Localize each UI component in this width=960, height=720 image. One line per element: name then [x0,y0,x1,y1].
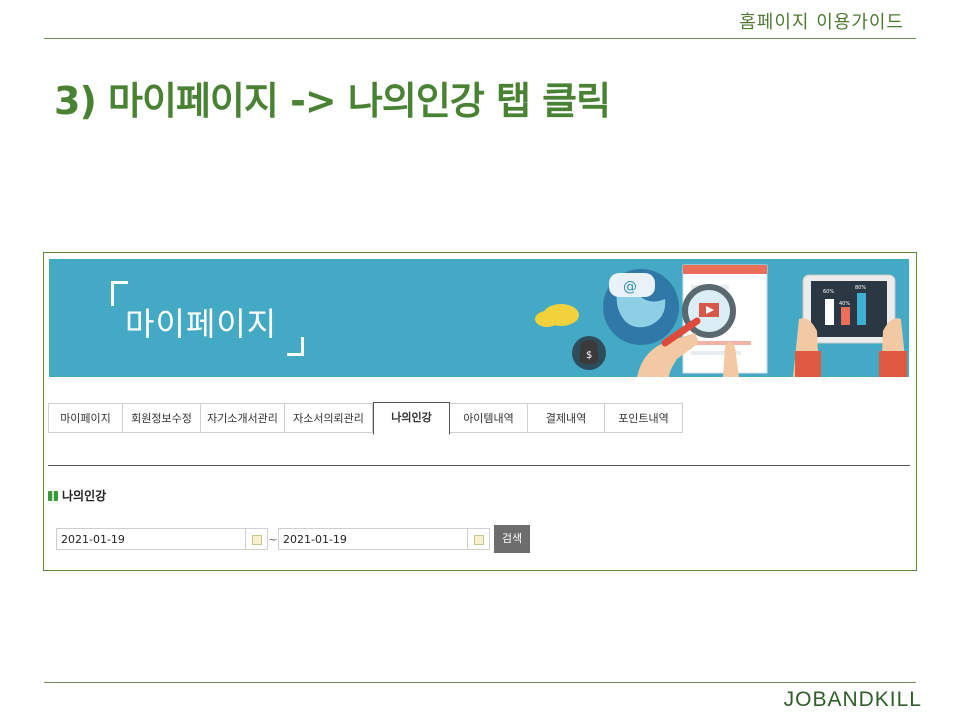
slide-title: 3) 마이페이지 -> 나의인강 탭 클릭 [54,79,611,123]
svg-text:$: $ [586,350,592,361]
section-title: 나의인강 [62,489,107,503]
tab-item-history[interactable]: 아이템내역 [450,403,528,433]
tab-point-history[interactable]: 포인트내역 [605,403,683,433]
tablet-with-chart-icon: 60% 40% 80% [793,274,907,377]
tab-content-divider [48,465,910,466]
gift-icon [48,490,58,501]
tab-mypage[interactable]: 마이페이지 [48,403,123,433]
calendar-icon[interactable] [468,528,490,550]
chart-label-1: 60% [823,289,834,295]
money-bag-icon: $ [572,336,606,370]
tab-payment-history[interactable]: 결제내역 [528,403,605,433]
bottom-divider [44,682,916,683]
section-heading: 나의인강 [48,487,106,504]
chart-label-3: 80% [855,285,866,291]
mypage-tabs: 마이페이지 회원정보수정 자기소개서관리 자소서의뢰관리 나의인강 아이템내역 … [48,402,683,435]
banner-title: 마이페이지 [125,305,278,343]
bracket-bottom-right [287,337,304,356]
mypage-banner: 마이페이지 $ @ 60% 40% 80% [49,259,909,377]
banner-illustration: $ @ 60% 40% 80% [535,264,907,377]
start-date-input[interactable]: 2021-01-19 [56,528,246,550]
guide-label: 홈페이지 이용가이드 [739,12,904,33]
email-bubble-icon: @ [609,273,655,297]
search-button[interactable]: 검색 [494,525,530,553]
tab-my-lectures[interactable]: 나의인강 [373,402,450,435]
cloud-icon [535,304,579,327]
date-search-bar: 2021-01-19 ~ 2021-01-19 검색 [56,525,530,553]
tab-cover-letter-management[interactable]: 자기소개서관리 [201,403,285,433]
chart-label-2: 40% [839,301,850,307]
brand-logo: JOBANDKILL [783,688,922,711]
mypage-screenshot: 마이페이지 $ @ 60% 40% 80% 마이페이지 회원정보수정 자기소개서… [43,252,917,571]
date-separator: ~ [268,532,278,546]
top-divider [44,38,916,39]
end-date-input[interactable]: 2021-01-19 [278,528,468,550]
tab-cover-letter-request[interactable]: 자소서의뢰관리 [285,403,373,433]
tab-edit-member-info[interactable]: 회원정보수정 [123,403,201,433]
svg-text:@: @ [623,279,637,295]
calendar-icon[interactable] [246,528,268,550]
